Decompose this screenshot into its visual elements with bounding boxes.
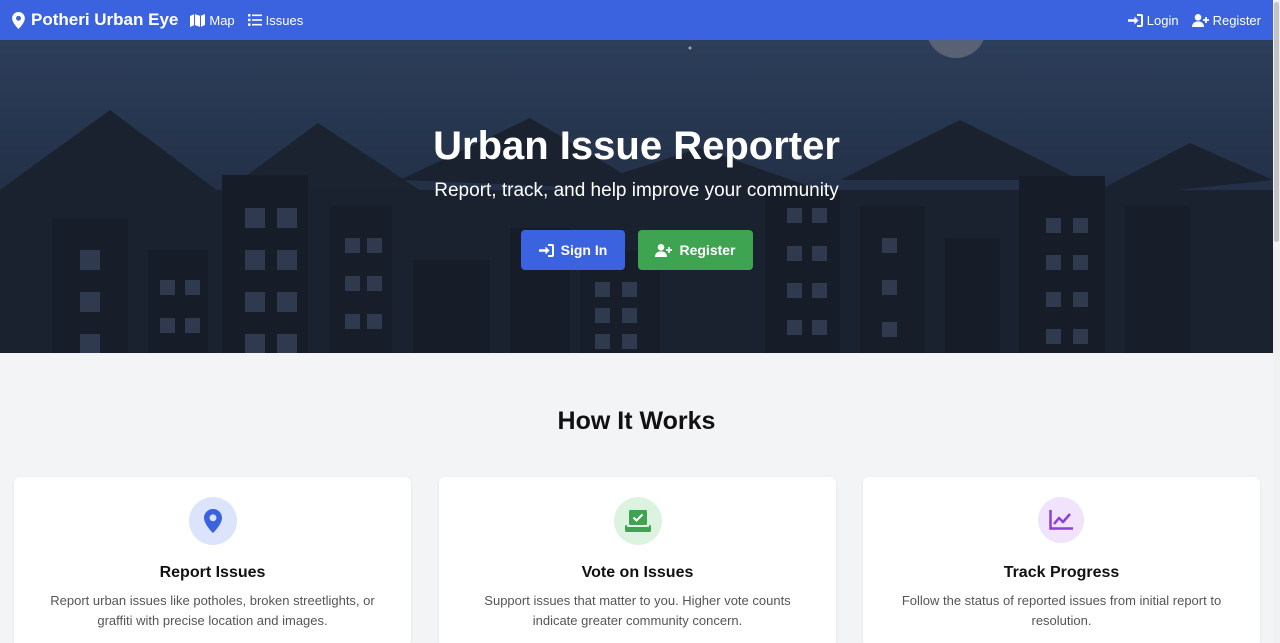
card-title: Track Progress — [1003, 564, 1120, 581]
nav-map-link[interactable]: Map — [190, 12, 235, 28]
map-pin-icon — [203, 509, 222, 533]
how-it-works-title: How It Works — [557, 407, 716, 435]
sign-in-label: Sign In — [560, 242, 608, 258]
card-report-issues: Report Issues Report urban issues like p… — [14, 477, 411, 643]
card-icon-wrapper — [188, 497, 237, 545]
nav-issues-label: Issues — [265, 12, 304, 28]
hero-section: Urban Issue Reporter Report, track, and … — [0, 40, 1273, 353]
hero-title: Urban Issue Reporter — [433, 124, 840, 168]
brand-link[interactable]: Potheri Urban Eye — [12, 10, 178, 30]
nav-register-label: Register — [1212, 12, 1261, 28]
hero-subtitle: Report, track, and help improve your com… — [434, 180, 839, 201]
sign-in-button[interactable]: Sign In — [521, 230, 625, 270]
card-track-progress: Track Progress Follow the status of repo… — [863, 477, 1260, 643]
navbar: Potheri Urban Eye Map Issues Login Regis… — [0, 0, 1273, 40]
page-scrollbar[interactable] — [1273, 0, 1280, 643]
chart-line-icon — [1048, 510, 1073, 530]
card-description: Follow the status of reported issues fro… — [901, 593, 1222, 628]
nav-login-label: Login — [1146, 12, 1179, 28]
card-title: Report Issues — [159, 564, 266, 581]
card-vote-on-issues: Vote on Issues Support issues that matte… — [439, 477, 836, 643]
nav-issues-link[interactable]: Issues — [247, 12, 304, 28]
register-label: Register — [679, 242, 736, 258]
login-icon — [538, 243, 554, 257]
nav-register-link[interactable]: Register — [1191, 12, 1261, 28]
register-button[interactable]: Register — [638, 230, 753, 270]
card-icon-wrapper — [1037, 497, 1084, 543]
vote-icon — [624, 510, 651, 532]
login-icon — [1127, 13, 1143, 27]
card-description: Support issues that matter to you. Highe… — [484, 593, 791, 628]
brand-name: Potheri Urban Eye — [31, 10, 179, 29]
user-plus-icon — [655, 243, 673, 257]
card-title: Vote on Issues — [581, 564, 694, 581]
map-pin-icon — [12, 11, 25, 29]
map-icon — [190, 13, 206, 27]
card-description: Report urban issues like potholes, broke… — [50, 593, 375, 628]
user-plus-icon — [1191, 13, 1209, 27]
scrollbar-thumb[interactable] — [1274, 2, 1279, 242]
list-icon — [247, 14, 262, 26]
nav-login-link[interactable]: Login — [1127, 12, 1179, 28]
card-icon-wrapper — [613, 497, 662, 545]
nav-map-label: Map — [209, 12, 235, 28]
